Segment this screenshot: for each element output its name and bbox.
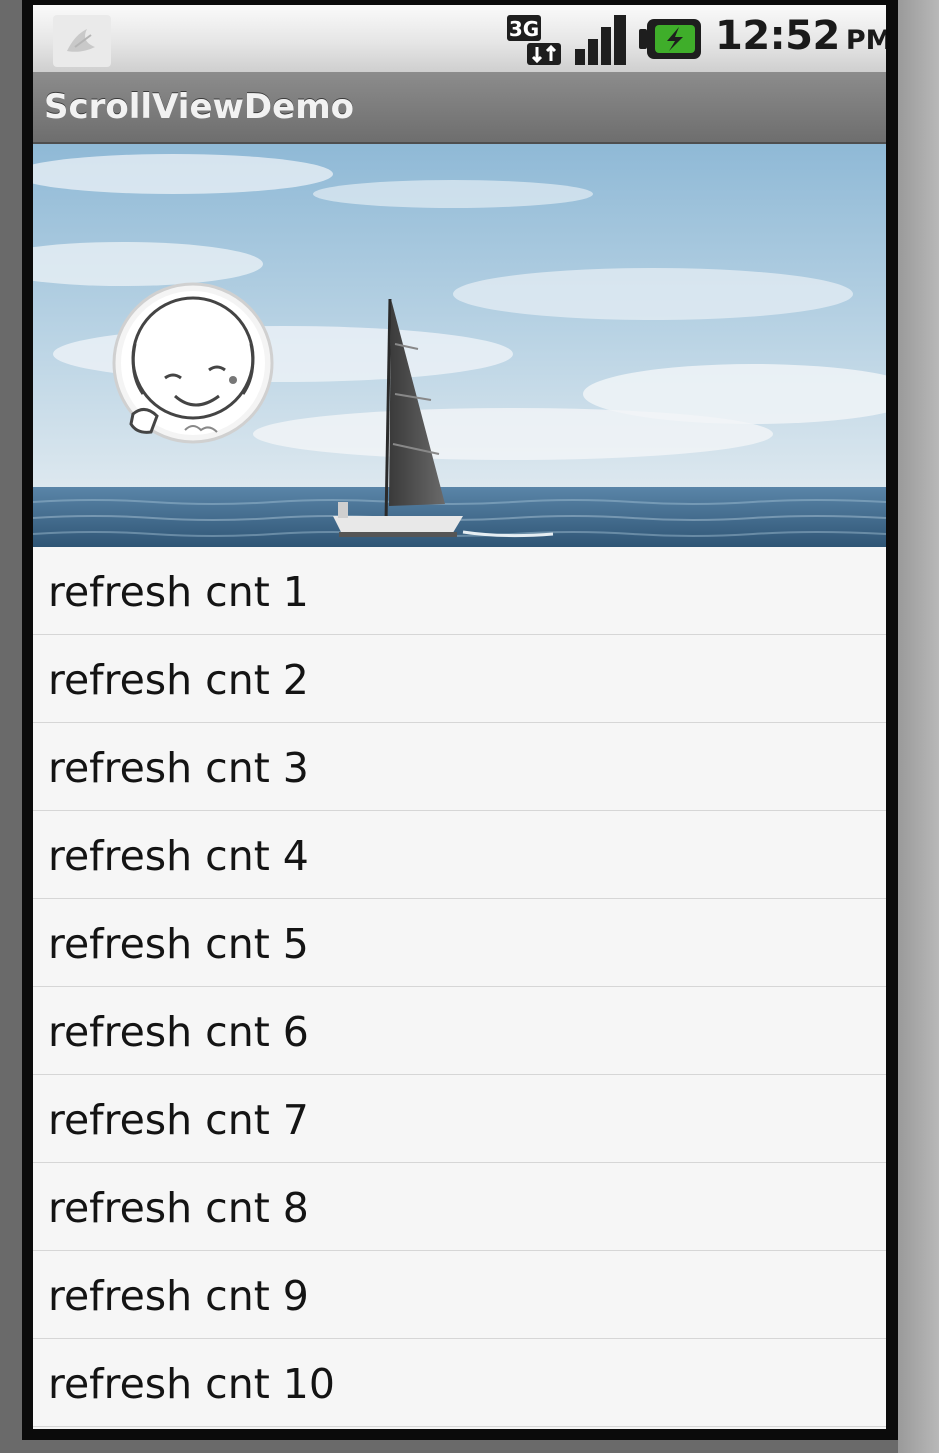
list-item-label: refresh cnt 1 xyxy=(48,568,309,616)
clock-time: 12:52 xyxy=(715,13,840,59)
device-edge xyxy=(898,0,939,1453)
list-item[interactable]: refresh cnt 2 xyxy=(33,635,886,723)
signal-strength-icon xyxy=(573,11,631,67)
status-bar: 3G 12:52 PM xyxy=(33,5,886,72)
header-image xyxy=(33,144,886,547)
list-item-label: refresh cnt 9 xyxy=(48,1272,309,1320)
list-item-label: refresh cnt 7 xyxy=(48,1096,309,1144)
refresh-list: refresh cnt 1 refresh cnt 2 refresh cnt … xyxy=(33,547,886,1427)
list-item[interactable]: refresh cnt 10 xyxy=(33,1339,886,1427)
list-item-label: refresh cnt 3 xyxy=(48,744,309,792)
list-item[interactable]: refresh cnt 1 xyxy=(33,547,886,635)
list-item-label: refresh cnt 5 xyxy=(48,920,309,968)
page-title: ScrollViewDemo xyxy=(44,87,354,127)
notification-bird-icon[interactable] xyxy=(53,15,111,67)
list-item[interactable]: refresh cnt 8 xyxy=(33,1163,886,1251)
list-item[interactable]: refresh cnt 6 xyxy=(33,987,886,1075)
sailboat-photo xyxy=(33,144,886,547)
status-clock: 12:52 PM xyxy=(715,13,886,69)
list-item[interactable]: refresh cnt 4 xyxy=(33,811,886,899)
list-item-label: refresh cnt 8 xyxy=(48,1184,309,1232)
app-title-bar: ScrollViewDemo xyxy=(33,72,886,144)
list-item[interactable]: refresh cnt 9 xyxy=(33,1251,886,1339)
list-item[interactable]: refresh cnt 5 xyxy=(33,899,886,987)
list-item-label: refresh cnt 10 xyxy=(48,1360,335,1408)
battery-charging-icon xyxy=(639,17,703,61)
list-item-label: refresh cnt 2 xyxy=(48,656,309,704)
cartoon-face-avatar xyxy=(112,282,274,444)
device-screen: 3G 12:52 PM ScrollViewDemo refresh cnt 1… xyxy=(33,5,886,1429)
svg-text:3G: 3G xyxy=(509,17,539,41)
clock-ampm: PM xyxy=(845,25,886,56)
list-item[interactable]: refresh cnt 7 xyxy=(33,1075,886,1163)
list-item-label: refresh cnt 4 xyxy=(48,832,309,880)
list-item-label: refresh cnt 6 xyxy=(48,1008,309,1056)
network-3g-icon: 3G xyxy=(505,11,563,67)
list-item[interactable]: refresh cnt 3 xyxy=(33,723,886,811)
